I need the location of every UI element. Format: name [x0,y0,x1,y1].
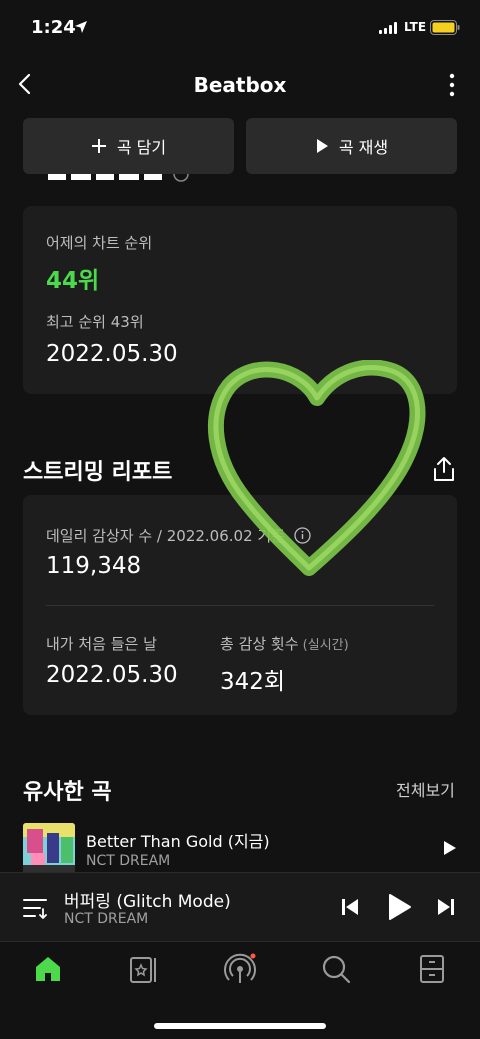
play-icon[interactable] [443,840,457,856]
nav-bar: Beatbox [0,56,480,114]
song-artist: NCT DREAM [86,853,171,869]
home-indicator [154,1023,326,1029]
streaming-report-title: 스트리밍 리포트 [23,460,173,485]
card-divider [46,605,434,606]
see-all-link[interactable]: 전체보기 [396,777,455,801]
daily-listeners-label: 데일리 감상자 수 / 2022.06.02 기준 [46,525,311,546]
page-title: Beatbox [193,73,287,97]
daily-listeners-count: 119,348 [46,553,142,579]
total-plays-count: 342회 [220,669,286,695]
streaming-report-card: 데일리 감상자 수 / 2022.06.02 기준 119,348 내가 처음 … [23,495,457,715]
battery-icon [430,20,460,35]
previous-track-icon[interactable] [340,897,360,917]
peak-rank-date: 2022.05.30 [46,341,178,367]
network-type: LTE [404,20,427,34]
album-art [23,823,75,872]
location-arrow-icon [75,21,87,33]
play-song-button[interactable]: 곡 재생 [246,118,457,174]
play-song-label: 곡 재생 [338,138,389,157]
add-song-button[interactable]: 곡 담기 [23,118,234,174]
daily-listeners-date: / 2022.06.02 기준 [152,527,285,545]
library-icon[interactable] [128,953,160,985]
share-icon[interactable] [432,456,456,482]
list-item[interactable]: Better Than Gold (지금) NCT DREAM [0,818,480,872]
song-title: Better Than Gold (지금) [86,832,270,851]
add-song-label: 곡 담기 [116,138,167,157]
info-icon[interactable] [294,527,311,544]
first-listen-date: 2022.05.30 [46,662,178,688]
total-plays-label: 총 감상 횟수 (실시간) [220,635,349,653]
home-icon[interactable] [32,953,64,985]
total-plays-suffix: (실시간) [298,638,349,653]
plus-icon [91,139,106,153]
status-time: 1:24 [31,17,76,38]
more-options-icon[interactable] [444,72,460,98]
similar-songs-title: 유사한 곡 [23,780,112,805]
scrolled-section-heading [23,174,223,190]
search-icon[interactable] [320,953,352,985]
my-storage-icon[interactable] [416,953,448,985]
signal-icon [379,22,399,34]
now-playing-artist: NCT DREAM [64,911,149,927]
status-bar: 1:24 LTE [0,0,480,56]
first-listen-label: 내가 처음 들은 날 [46,635,157,653]
chart-rank-card: 어제의 차트 순위 44위 최고 순위 43위 2022.05.30 [23,206,457,394]
mini-player[interactable]: 버퍼링 (Glitch Mode) NCT DREAM [0,872,480,942]
next-track-icon[interactable] [436,897,456,917]
peak-rank-label: 최고 순위 43위 [46,313,144,331]
playlist-icon[interactable] [23,897,47,919]
now-playing-title: 버퍼링 (Glitch Mode) [64,892,231,912]
play-icon [316,139,328,153]
yesterday-rank-label: 어제의 차트 순위 [46,234,153,252]
yesterday-rank-value: 44위 [46,268,100,294]
play-icon[interactable] [388,893,412,921]
podcast-icon[interactable] [224,953,256,985]
